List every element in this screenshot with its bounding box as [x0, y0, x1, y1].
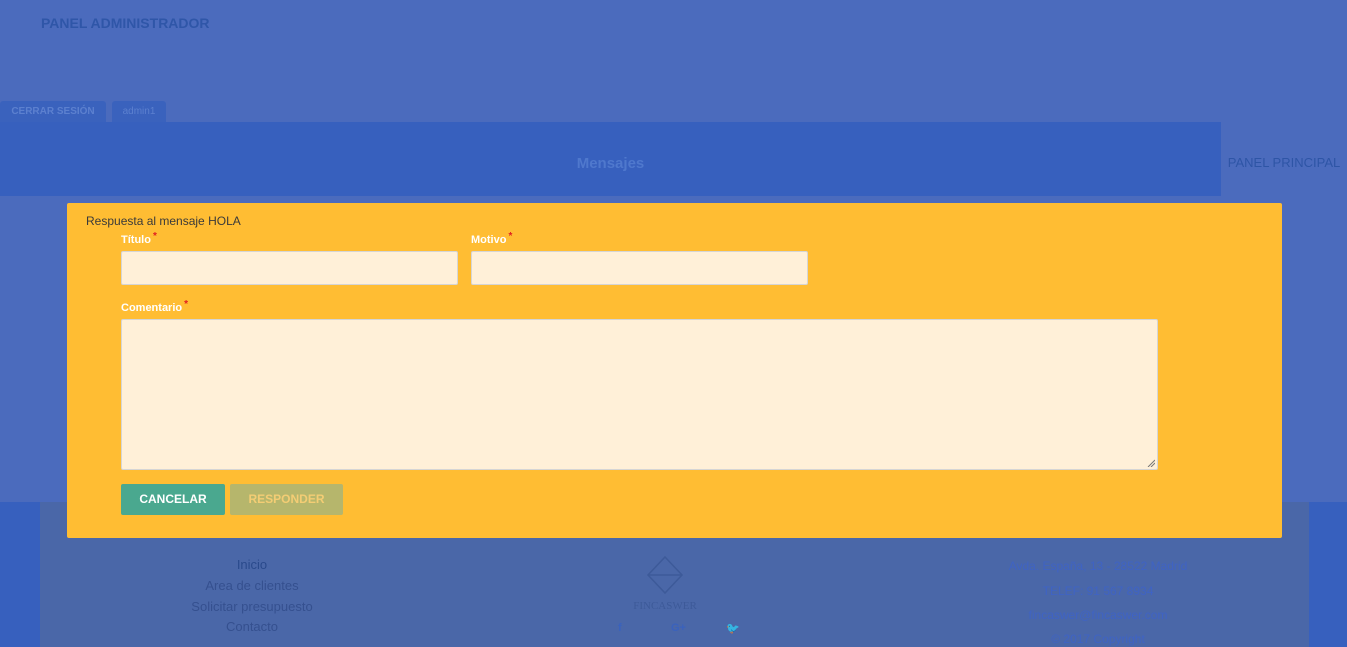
admin-panel-title: PANEL ADMINISTRADOR [41, 15, 210, 31]
comentario-label-text: Comentario [121, 302, 183, 314]
resize-handle-icon[interactable] [1147, 459, 1155, 467]
titulo-label-text: Título [121, 234, 151, 246]
titulo-input[interactable] [121, 251, 458, 285]
google-plus-icon[interactable]: G+ [671, 622, 686, 634]
titulo-label: Título * [121, 231, 157, 246]
footer-email[interactable]: fincaswer@fincaswer.com [948, 608, 1248, 622]
footer-link-presupuesto[interactable]: Solicitar presupuesto [152, 599, 352, 614]
motivo-input[interactable] [471, 251, 808, 285]
twitter-icon[interactable]: 🐦 [726, 622, 740, 635]
footer-link-contacto[interactable]: Contacto [152, 619, 352, 634]
username-badge[interactable]: admin1 [112, 101, 166, 122]
main-panel-link[interactable]: PANEL PRINCIPAL [1221, 122, 1347, 196]
required-mark: * [508, 231, 513, 242]
comentario-label: Comentario * [121, 299, 189, 314]
modal-title: Respuesta al mensaje HOLA [86, 214, 241, 228]
logout-button[interactable]: CERRAR SESIÓN [0, 101, 106, 122]
comentario-textarea[interactable] [121, 319, 1158, 470]
footer-right-strip [1309, 502, 1347, 647]
footer-left-strip [0, 502, 40, 647]
required-mark: * [152, 231, 157, 242]
footer-address: Avda. España, 13 - 28522 Madrid [1008, 559, 1188, 573]
footer-phone: TELEF: 91 567 8934 [1042, 584, 1154, 598]
section-title: Mensajes [576, 155, 645, 172]
footer-link-clientes[interactable]: Area de clientes [152, 578, 352, 593]
footer-brand: FINCASWER [633, 600, 697, 612]
footer-copyright: © 2017 Copyright [1051, 632, 1145, 646]
facebook-icon[interactable]: f [618, 622, 622, 634]
motivo-label: Motivo * [471, 231, 513, 246]
reply-button[interactable]: RESPONDER [230, 484, 343, 515]
motivo-label-text: Motivo [471, 234, 507, 246]
footer-link-inicio[interactable]: Inicio [152, 557, 352, 572]
required-mark: * [184, 299, 189, 310]
cancel-button[interactable]: CANCELAR [121, 484, 225, 515]
